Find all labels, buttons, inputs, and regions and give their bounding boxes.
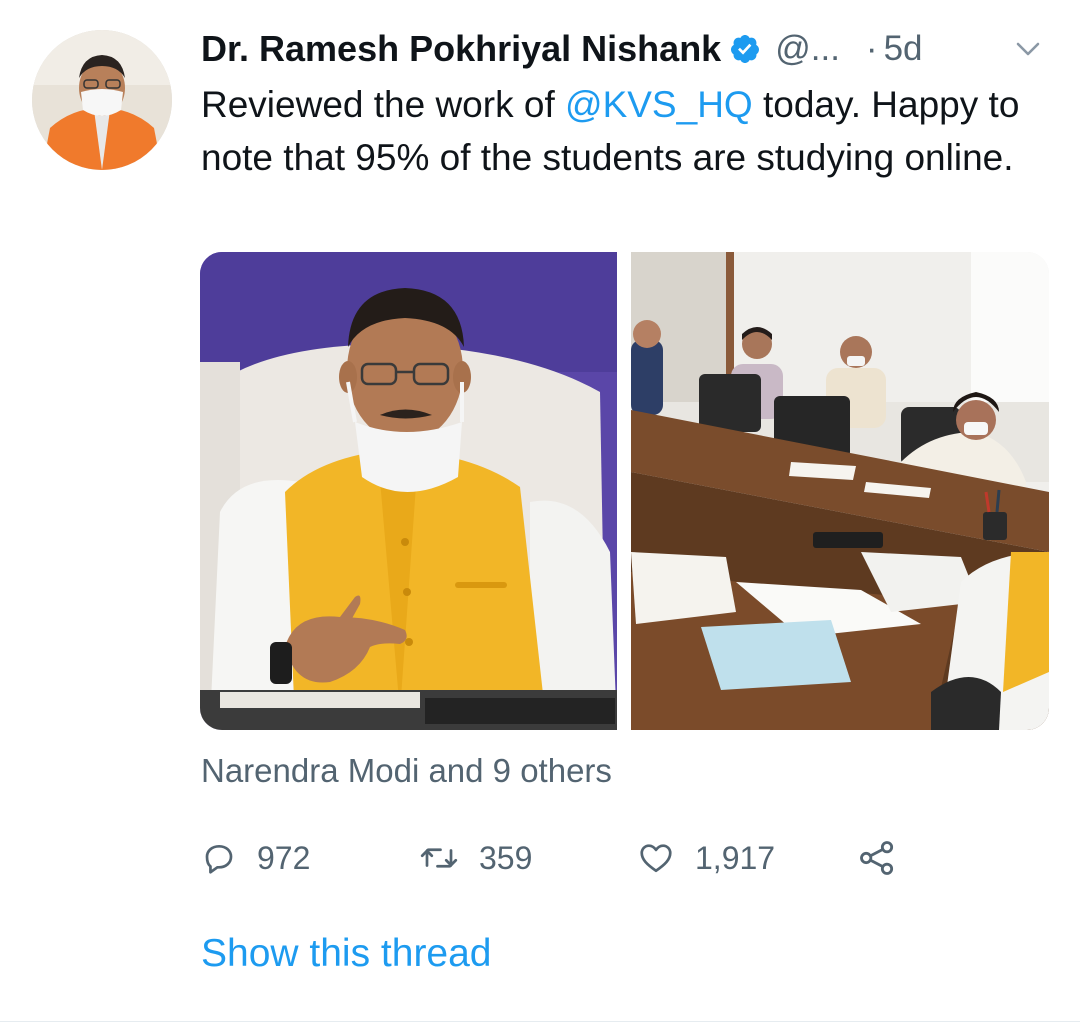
- verified-badge-icon: [729, 33, 761, 65]
- heart-icon: [637, 840, 675, 876]
- tweet-header: Dr. Ramesh Pokhriyal Nishank @... · 5d: [201, 24, 1051, 74]
- like-button[interactable]: 1,917: [637, 833, 775, 883]
- like-count: 1,917: [695, 839, 776, 876]
- retweet-button[interactable]: 359: [419, 833, 532, 883]
- tweet-timestamp[interactable]: 5d: [884, 29, 923, 69]
- tweet-actions: 972 359 1,917: [201, 833, 961, 883]
- tweet-media: [200, 252, 1049, 730]
- reply-button[interactable]: 972: [201, 833, 310, 883]
- retweet-count: 359: [479, 839, 533, 876]
- tweet-text-start: Reviewed the work of: [201, 84, 566, 125]
- retweet-icon: [419, 840, 459, 876]
- social-context[interactable]: Narendra Modi and 9 others: [201, 752, 612, 790]
- separator-dot: ·: [865, 29, 878, 68]
- share-button[interactable]: [857, 833, 897, 883]
- media-photo-1[interactable]: [200, 252, 617, 730]
- share-icon: [857, 838, 897, 878]
- mention-link[interactable]: @KVS_HQ: [565, 84, 753, 125]
- reply-count: 972: [257, 839, 311, 876]
- show-thread-link[interactable]: Show this thread: [201, 932, 492, 976]
- chevron-down-icon[interactable]: [1013, 34, 1043, 64]
- media-photo-2[interactable]: [631, 252, 1049, 730]
- author-handle[interactable]: @...: [775, 29, 840, 69]
- author-name[interactable]: Dr. Ramesh Pokhriyal Nishank: [201, 28, 721, 70]
- reply-icon: [201, 840, 237, 876]
- author-avatar[interactable]: [32, 30, 172, 170]
- tweet-text: Reviewed the work of @KVS_HQ today. Happ…: [201, 78, 1051, 184]
